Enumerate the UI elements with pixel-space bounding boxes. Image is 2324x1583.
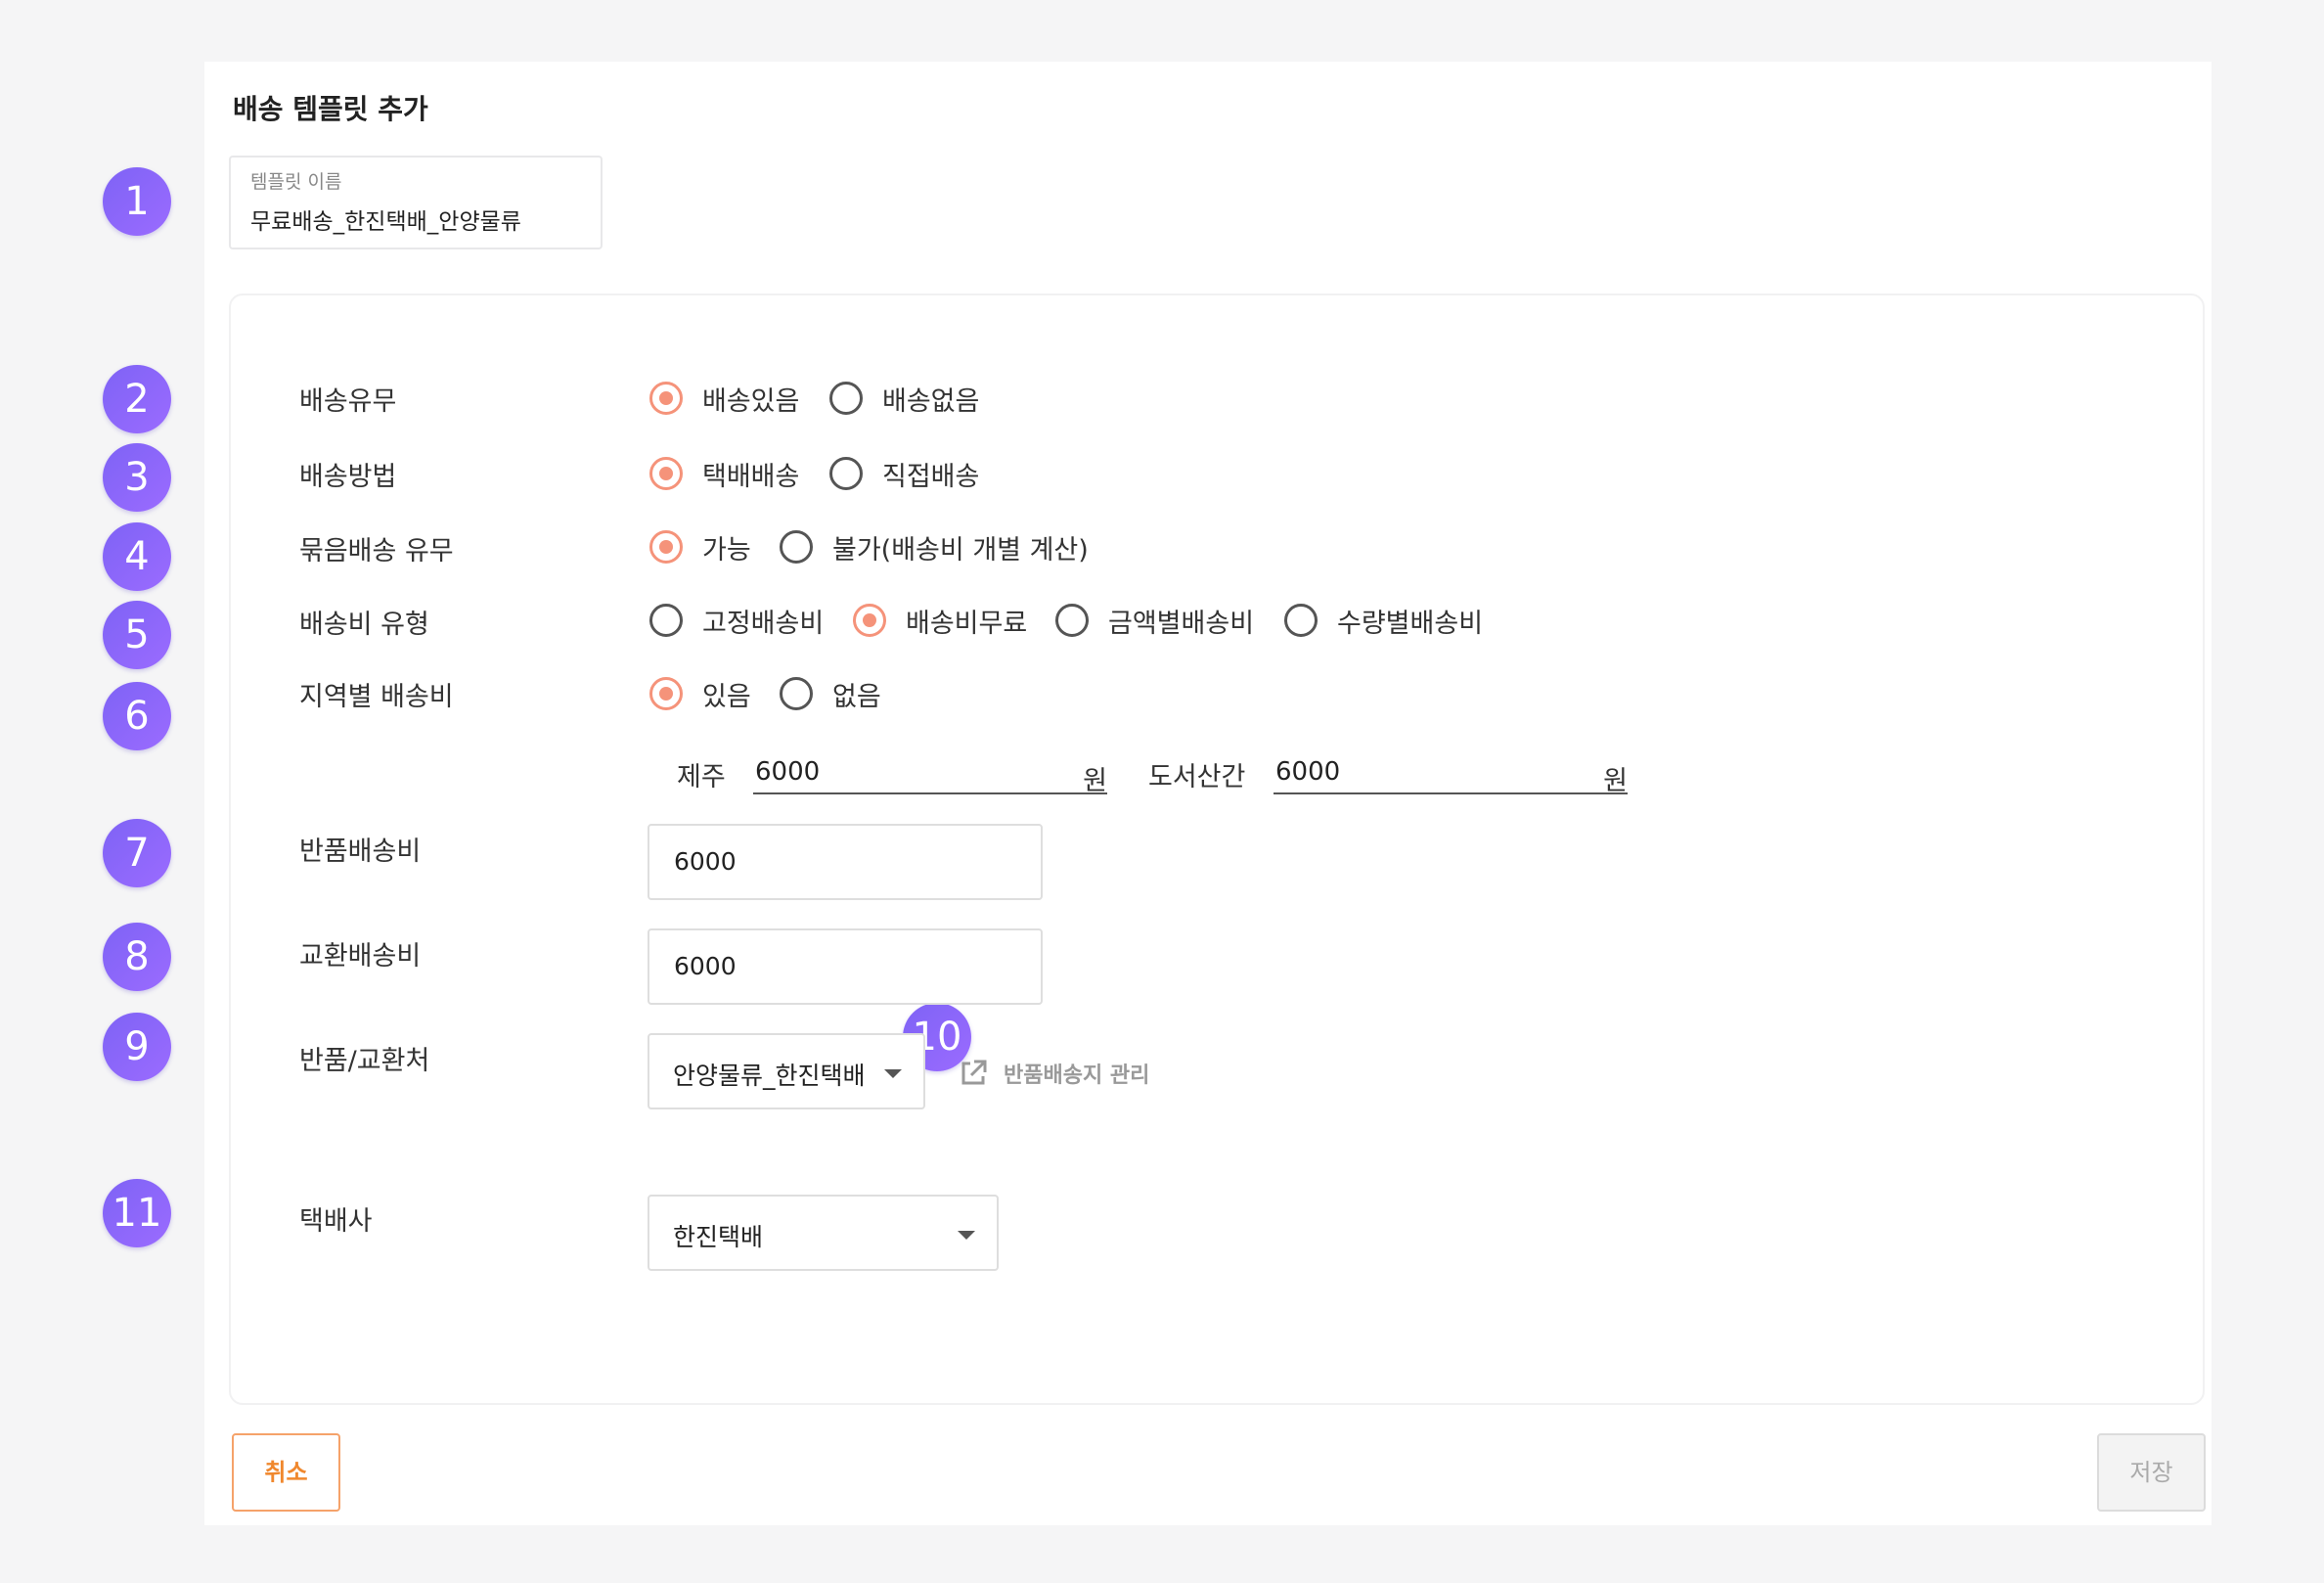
jeju-fee-unit: 원	[1083, 766, 1107, 796]
settings-card	[229, 294, 2205, 1405]
return-fee-label: 반품배송비	[299, 837, 422, 867]
shipping-method-label: 배송방법	[299, 462, 397, 492]
radio-label: 있음	[702, 681, 751, 712]
jeju-label: 제주	[677, 762, 726, 792]
template-name-field[interactable]: 템플릿 이름 무료배송_한진택배_안양물류	[229, 156, 603, 249]
radio-unchecked-icon	[780, 677, 813, 710]
radio-fee-free[interactable]: 배송비무료	[853, 601, 1027, 640]
chevron-down-icon	[958, 1231, 975, 1240]
radio-regional-yes[interactable]: 있음	[649, 674, 751, 713]
radio-method-direct[interactable]: 직접배송	[829, 454, 979, 493]
save-button[interactable]: 저장	[2097, 1433, 2206, 1512]
manage-return-address-label: 반품배송지 관리	[1004, 1063, 1150, 1088]
step-marker-5: 5	[103, 601, 171, 669]
islands-label: 도서산간	[1148, 762, 1246, 792]
radio-unchecked-icon	[1284, 604, 1318, 637]
return-address-select[interactable]: 안양물류_한진택배	[648, 1033, 925, 1109]
exchange-fee-label: 교환배송비	[299, 941, 422, 972]
step-marker-1: 1	[103, 167, 171, 236]
radio-checked-icon	[649, 530, 683, 564]
step-marker-3: 3	[103, 443, 171, 512]
return-fee-value: 6000	[674, 847, 737, 876]
return-fee-input[interactable]: 6000	[648, 824, 1043, 900]
radio-label: 없음	[832, 681, 881, 712]
radio-label: 배송있음	[702, 385, 800, 417]
courier-select[interactable]: 한진택배	[648, 1195, 999, 1271]
radio-unchecked-icon	[829, 457, 863, 490]
radio-label: 금액별배송비	[1108, 608, 1255, 639]
radio-label: 수량별배송비	[1337, 608, 1484, 639]
radio-unchecked-icon	[829, 382, 863, 415]
islands-fee-unit: 원	[1603, 766, 1628, 796]
radio-label: 가능	[702, 534, 751, 565]
radio-label: 배송없음	[882, 385, 980, 417]
step-marker-8: 8	[103, 923, 171, 991]
radio-bundle-no[interactable]: 불가(배송비 개별 계산)	[780, 527, 1089, 566]
radio-shipping-yes[interactable]: 배송있음	[649, 379, 799, 418]
radio-unchecked-icon	[1055, 604, 1089, 637]
radio-label: 불가(배송비 개별 계산)	[832, 534, 1089, 565]
radio-label: 택배배송	[702, 461, 800, 492]
islands-fee-input[interactable]: 6000 원	[1274, 757, 1628, 796]
exchange-fee-input[interactable]: 6000	[648, 928, 1043, 1005]
radio-unchecked-icon	[780, 530, 813, 564]
template-name-value[interactable]: 무료배송_한진택배_안양물류	[250, 203, 521, 236]
radio-label: 직접배송	[882, 461, 980, 492]
chevron-down-icon	[884, 1069, 902, 1078]
manage-return-address-link[interactable]: 반품배송지 관리	[959, 1057, 1149, 1090]
jeju-fee-input[interactable]: 6000 원	[753, 757, 1107, 796]
return-address-value: 안양물류_한진택배	[673, 1062, 866, 1090]
radio-regional-no[interactable]: 없음	[780, 674, 881, 713]
radio-label: 배송비무료	[906, 608, 1028, 639]
radio-checked-icon	[649, 457, 683, 490]
radio-method-courier[interactable]: 택배배송	[649, 454, 799, 493]
radio-checked-icon	[649, 677, 683, 710]
jeju-fee-value: 6000	[755, 757, 821, 787]
islands-fee-value: 6000	[1275, 757, 1341, 787]
radio-checked-icon	[649, 382, 683, 415]
step-marker-4: 4	[103, 522, 171, 591]
radio-label: 고정배송비	[702, 608, 825, 639]
return-address-label: 반품/교환처	[299, 1046, 430, 1076]
step-marker-9: 9	[103, 1013, 171, 1081]
bundle-shipping-label: 묶음배송 유무	[299, 536, 454, 566]
radio-fee-fixed[interactable]: 고정배송비	[649, 601, 824, 640]
external-link-icon	[961, 1060, 987, 1085]
cancel-button[interactable]: 취소	[232, 1433, 340, 1512]
shipping-availability-label: 배송유무	[299, 386, 397, 417]
step-marker-7: 7	[103, 819, 171, 887]
courier-value: 한진택배	[673, 1223, 764, 1251]
courier-label: 택배사	[299, 1206, 373, 1237]
exchange-fee-value: 6000	[674, 952, 737, 980]
page-title: 배송 템플릿 추가	[233, 93, 428, 125]
template-name-label: 템플릿 이름	[250, 171, 342, 193]
step-marker-2: 2	[103, 365, 171, 433]
step-marker-6: 6	[103, 682, 171, 750]
step-marker-11: 11	[103, 1179, 171, 1247]
radio-bundle-yes[interactable]: 가능	[649, 527, 751, 566]
radio-checked-icon	[853, 604, 886, 637]
fee-type-label: 배송비 유형	[299, 610, 429, 640]
radio-fee-by-quantity[interactable]: 수량별배송비	[1284, 601, 1483, 640]
regional-fee-label: 지역별 배송비	[299, 682, 454, 712]
radio-fee-by-amount[interactable]: 금액별배송비	[1055, 601, 1254, 640]
radio-shipping-no[interactable]: 배송없음	[829, 379, 979, 418]
radio-unchecked-icon	[649, 604, 683, 637]
